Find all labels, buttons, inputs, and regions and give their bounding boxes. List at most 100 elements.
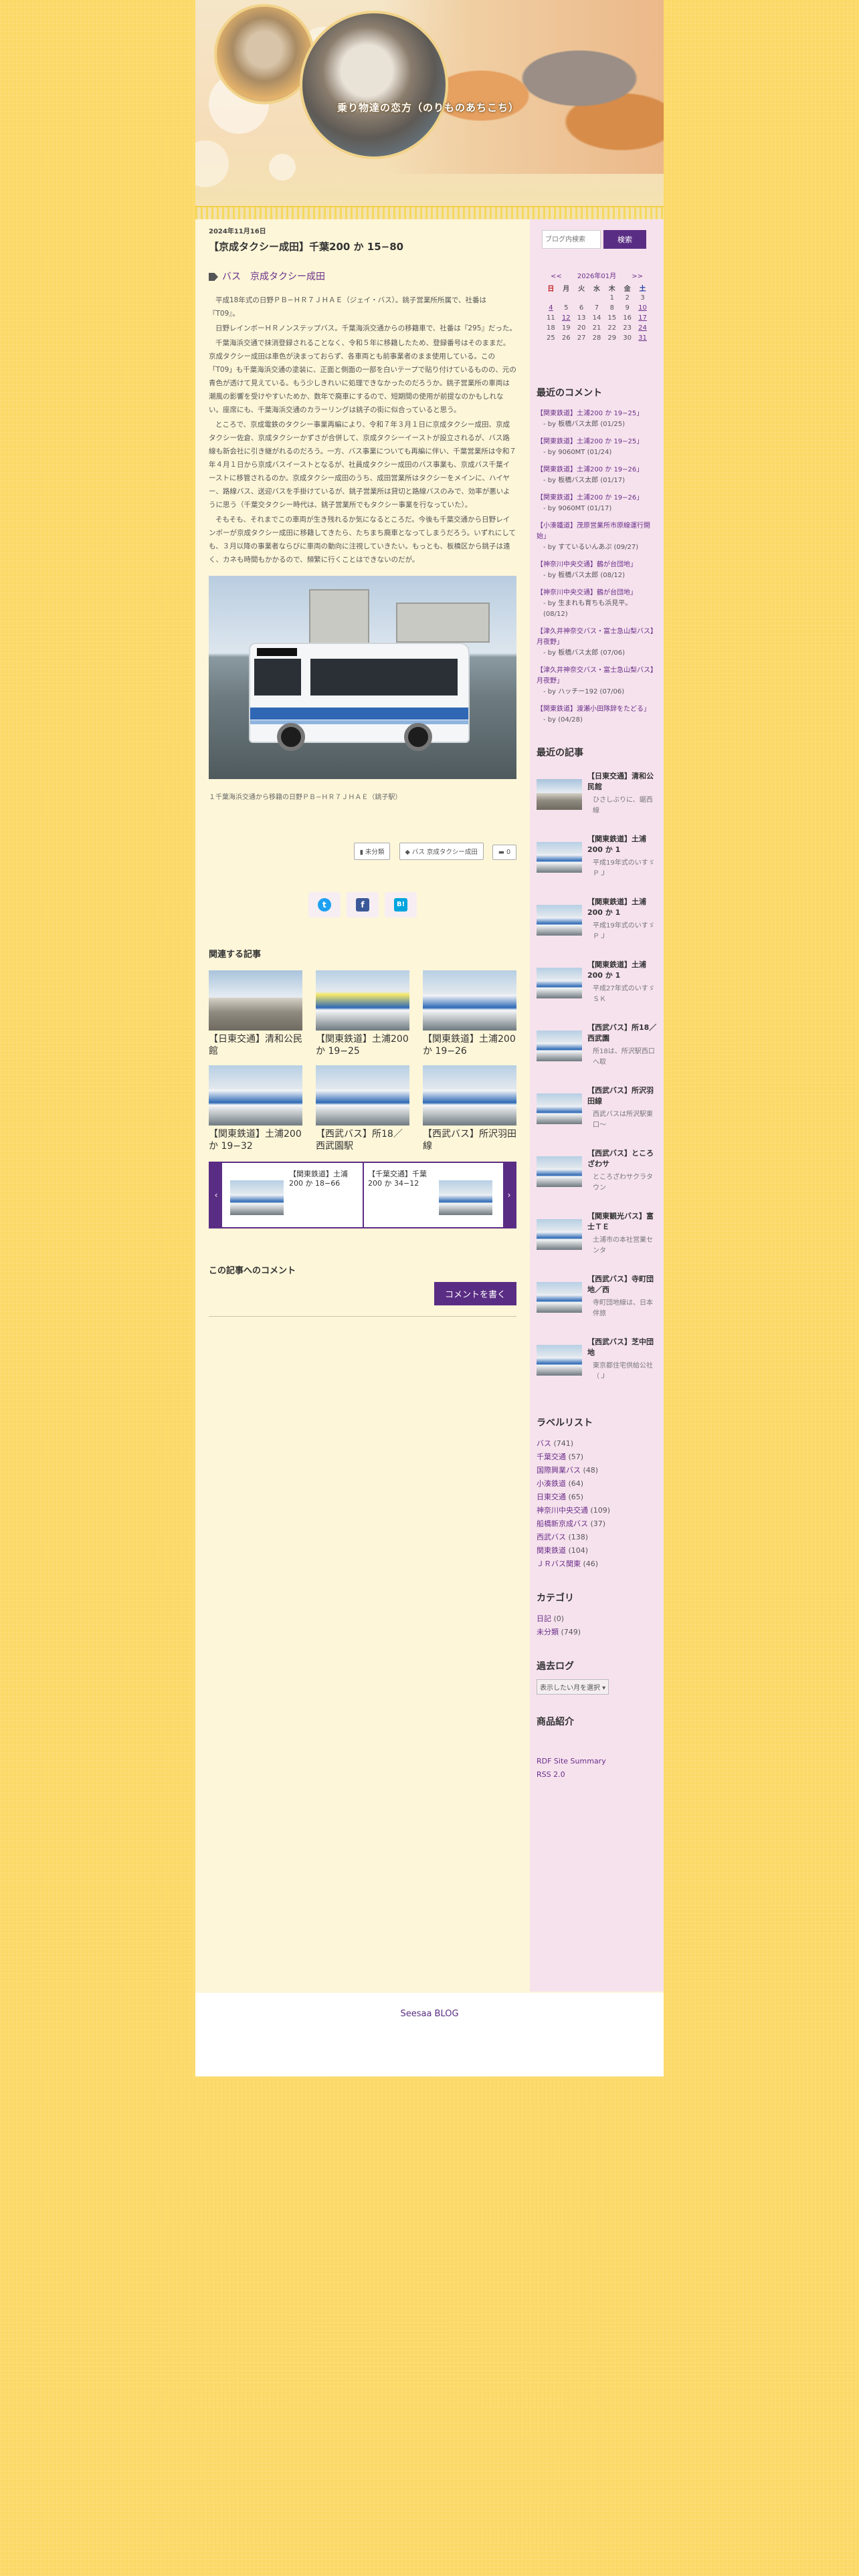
recent-comment[interactable]: 【神奈川中央交通】鶴が台団地」 - by 板橋バス太郎 (08/12) (537, 560, 657, 581)
related-thumb (209, 1065, 302, 1125)
site-header: 乗り物達の恋方（のりものあちこち） (195, 0, 664, 219)
post-paragraph: 平成18年式の日野ＰＢ−ＨＲ７ＪＨＡＥ（ジェイ・バス）。銚子営業所所属で、社番は… (209, 296, 486, 318)
recent-article[interactable]: 【関東鉄道】土浦200 か 1 平成19年式のいすゞＰＪ (537, 830, 657, 893)
main-column: 2024年11月16日 【京成タクシー成田】千葉200 か 15−80 バス 京… (209, 225, 516, 1317)
recent-article[interactable]: 【関東鉄道】土浦200 か 1 平成27年式のいすゞＳＫ (537, 956, 657, 1018)
recent-article-thumb (537, 1031, 582, 1061)
calendar: << 2026年01月 >> 日月火水木金土 123 4 5 6 7 8 9 10 11 12… (537, 270, 657, 343)
hatena-share-button[interactable]: B! (385, 892, 417, 918)
recent-article-thumb (537, 1345, 582, 1376)
carousel-prev-button[interactable]: ‹ (210, 1163, 222, 1227)
recent-comment[interactable]: 【関東鉄道】土浦200 か 19−25」 - by 9060MT (01/24) (537, 437, 657, 458)
related-thumb (423, 1065, 516, 1125)
label-link[interactable]: 神奈川中央交通 (109) (537, 1504, 657, 1517)
post-body: 平成18年式の日野ＰＢ−ＨＲ７ＪＨＡＥ（ジェイ・バス）。銚子営業所所属で、社番は… (209, 294, 516, 566)
label-link[interactable]: 関東鉄道 (104) (537, 1544, 657, 1558)
photo-caption: １千葉海浜交通から移籍の日野ＰＢ−ＨＲ７ＪＨＡＥ（銚子駅） (209, 794, 402, 801)
site-title[interactable]: 乗り物達の恋方（のりものあちこち） (337, 100, 519, 114)
related-articles: 関連する記事 【日東交通】清和公民館 【関東鉄道】土浦200 か 19−25 【… (209, 947, 516, 1228)
category-link[interactable]: 日記 (0) (537, 1612, 657, 1626)
recent-articles: 【日東交通】清和公民館 ひさしぶりに、鋸西線 【関東鉄道】土浦200 か 1 平成1… (537, 767, 657, 1396)
category-list: 日記 (0) 未分類 (749) (537, 1612, 657, 1639)
post-paragraph: 日野レインボーＨＲノンステップバス。千葉海浜交通からの移籍車で、社番は『295』… (215, 324, 516, 332)
label-link[interactable]: 小湊鉄道 (64) (537, 1477, 657, 1491)
label-button[interactable]: ◆ バス 京成タクシー成田 (399, 843, 484, 860)
recent-comment[interactable]: 【津久井神奈交バス・富士急山梨バス】月夜野」 - by 板橋バス太郎 (07/06… (537, 627, 657, 659)
sidebar: 検索 << 2026年01月 >> 日月火水木金土 123 45678910 1… (530, 219, 664, 1992)
footer: Seesaa BLOG (195, 1993, 664, 2076)
recent-comment[interactable]: 【関東鉄道】渡瀬小田隊辞をたどる」 - by (04/28) (537, 704, 657, 726)
search-button[interactable]: 検索 (603, 230, 646, 249)
recent-article[interactable]: 【西武バス】ところざわサ ところざわサクラタウン (537, 1144, 657, 1207)
label-list: バス (741) 千葉交通 (57) 国際興業バス (48) 小湊鉄道 (64)… (537, 1437, 657, 1571)
related-item[interactable]: 【関東鉄道】土浦200 か 19−26 (423, 970, 516, 1060)
category-link[interactable]: 未分類 (749) (537, 1626, 657, 1639)
write-comment-button[interactable]: コメントを書く (434, 1282, 516, 1305)
recent-article[interactable]: 【関東観光バス】富士ＴＥ 土浦市の本社営業センタ (537, 1207, 657, 1270)
recent-comment[interactable]: 【神奈川中央交通】鶴が台団地」 - by 生まれも育ちも浜見平。 (08/12) (537, 588, 657, 620)
comment-count: 0 (506, 849, 510, 856)
related-item[interactable]: 【西武バス】所18／西武園駅 (316, 1065, 409, 1155)
post-paragraph: ところで、京成電鉄のタクシー事業再編により、令和７年３月１日に京成タクシー成田、… (209, 421, 516, 509)
recent-article-thumb (537, 1282, 582, 1313)
bus-image (249, 643, 470, 751)
post-title[interactable]: 【京成タクシー成田】千葉200 か 15−80 (209, 239, 516, 253)
recent-article[interactable]: 【西武バス】所18／西武園 所18は、所沢駅西口へ取 (537, 1018, 657, 1081)
post-label-link[interactable]: バス 京成タクシー成田 (222, 272, 325, 282)
label-link[interactable]: 船橋新京成バス (37) (537, 1517, 657, 1531)
recent-article-thumb (537, 842, 582, 873)
labels-title: ラベルリスト (537, 1418, 593, 1428)
archive-title: 過去ログ (537, 1661, 574, 1672)
recent-comment[interactable]: 【津久井神奈交バス・富士急山梨バス】月夜野」 - by ハッチー192 (07/0… (537, 665, 657, 697)
carousel-thumb (439, 1180, 492, 1215)
calendar-prev-link[interactable]: << (551, 273, 562, 280)
related-thumb (209, 970, 302, 1031)
carousel-item[interactable]: 【千葉交通】千葉200 か 34−12 (365, 1167, 502, 1223)
feed-links: RDF Site Summary RSS 2.0 (537, 1755, 657, 1782)
recent-article[interactable]: 【西武バス】芝中団地 東京都住宅供給公社（Ｊ (537, 1333, 657, 1396)
related-item[interactable]: 【関東鉄道】土浦200 か 19−32 (209, 1065, 302, 1155)
recent-article[interactable]: 【日東交通】清和公民館 ひさしぶりに、鋸西線 (537, 767, 657, 830)
page-wrapper: 乗り物達の恋方（のりものあちこち） 2024年11月16日 【京成タクシー成田】… (195, 0, 664, 2076)
recent-article[interactable]: 【関東鉄道】土浦200 か 1 平成19年式のいすゞＰＪ (537, 893, 657, 956)
calendar-next-link[interactable]: >> (632, 273, 643, 280)
facebook-share-button[interactable]: f (347, 892, 379, 918)
post-paragraph: そもそも、それまでこの車両が生き残れるか気になるところだ。今後も千葉交通から日野… (209, 516, 516, 564)
facebook-icon: f (356, 898, 369, 911)
post-photo[interactable] (209, 576, 516, 779)
twitter-share-button[interactable]: t (308, 892, 341, 918)
recent-comment[interactable]: 【関東鉄道】土浦200 か 19−26」 - by 板橋バス太郎 (01/17) (537, 465, 657, 486)
label-link[interactable]: 国際興業バス (48) (537, 1464, 657, 1477)
search-input[interactable] (542, 230, 601, 249)
rdf-link[interactable]: RDF Site Summary (537, 1755, 657, 1768)
label-text: バス 京成タクシー成田 (411, 849, 478, 856)
related-item[interactable]: 【西武バス】所沢羽田線 (423, 1065, 516, 1155)
products-title: 商品紹介 (537, 1717, 574, 1727)
recent-article[interactable]: 【西武バス】所沢羽田線 西武バスは所沢駅東口〜 (537, 1081, 657, 1144)
related-item[interactable]: 【関東鉄道】土浦200 か 19−25 (316, 970, 409, 1060)
label-link[interactable]: 西武バス (138) (537, 1531, 657, 1544)
label-link[interactable]: ＪＲバス関東 (46) (537, 1558, 657, 1571)
category-button[interactable]: ▮ 未分類 (353, 843, 391, 860)
seesaa-blog-link[interactable]: Seesaa BLOG (400, 2009, 458, 2019)
related-carousel: ‹ 【関東鉄道】土浦200 か 18−66 【千葉交通】千葉200 か 34−1… (209, 1162, 516, 1228)
post-paragraph: 千葉海浜交通で抹消登録されることなく、令和５年に移籍したため、登録番号はそのまま… (209, 339, 516, 414)
recent-comment[interactable]: 【小湊鐵道】茂原営業所市原線運行開始」 - by すているいんあぷ (09/27) (537, 521, 657, 553)
related-item[interactable]: 【日東交通】清和公民館 (209, 970, 302, 1060)
comments-section: この記事へのコメント コメントを書く (209, 1263, 516, 1317)
recent-article[interactable]: 【西武バス】寺町団地／西 寺町団地線は、日本伴旅 (537, 1270, 657, 1333)
carousel-next-button[interactable]: › (503, 1163, 515, 1227)
comment-count-button[interactable]: ▬ 0 (492, 845, 516, 860)
label-link[interactable]: 千葉交通 (57) (537, 1451, 657, 1464)
calendar-month: 2026年01月 (577, 273, 617, 280)
label-link[interactable]: 日東交通 (65) (537, 1491, 657, 1504)
recent-comment[interactable]: 【関東鉄道】土浦200 か 19−26」 - by 9060MT (01/17) (537, 493, 657, 514)
recent-comment[interactable]: 【関東鉄道】土浦200 か 19−25」 - by 板橋バス太郎 (01/25) (537, 409, 657, 430)
archive-select[interactable]: 表示したい月を選択 ▾ (537, 1679, 609, 1695)
recent-article-thumb (537, 1093, 582, 1124)
hatena-icon: B! (394, 898, 408, 911)
header-kitten-image (300, 11, 448, 159)
label-link[interactable]: バス (741) (537, 1437, 657, 1451)
rss-link[interactable]: RSS 2.0 (537, 1768, 657, 1782)
carousel-item[interactable]: 【関東鉄道】土浦200 か 18−66 (225, 1167, 361, 1223)
